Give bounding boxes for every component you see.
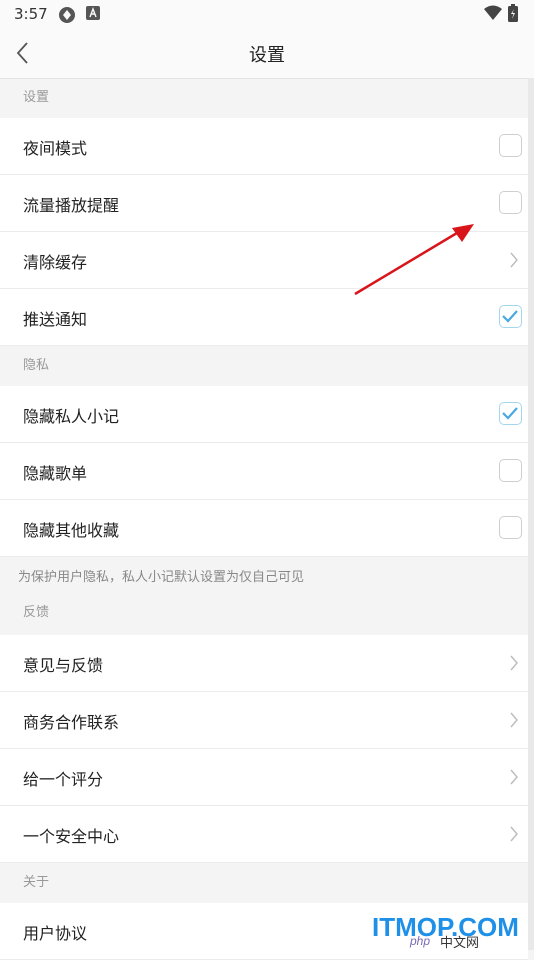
setting-row-night-mode[interactable]: 夜间模式 [0,118,528,175]
row-label: 意见与反馈 [23,656,104,675]
checkmark-icon [502,407,518,420]
row-label: 夜间模式 [23,139,88,158]
scrollbar[interactable] [528,78,534,950]
setting-row-feedback[interactable]: 意见与反馈 [0,635,528,692]
row-label: 用户协议 [23,924,88,943]
setting-row-rate[interactable]: 给一个评分 [0,749,528,806]
privacy-note: 为保护用户隐私，私人小记默认设置为仅自己可见 [18,570,305,585]
night-mode-checkbox[interactable] [499,134,522,157]
checkmark-icon [502,310,518,323]
watermark-php: php [410,934,431,948]
battery-icon [508,4,518,22]
section-header-feedback: 反馈 [23,605,50,620]
row-label: 隐藏其他收藏 [23,521,120,540]
hide-other-favorites-checkbox[interactable] [499,516,522,539]
section-header-settings: 设置 [23,90,50,105]
row-label: 一个安全中心 [23,827,120,846]
row-label: 流量播放提醒 [23,196,120,215]
app-notification-icon [59,7,75,23]
data-reminder-checkbox[interactable] [499,191,522,214]
setting-row-security-center[interactable]: 一个安全中心 [0,806,528,863]
chevron-right-icon [510,826,518,842]
status-bar: 3:57 [0,0,534,28]
setting-row-hide-playlists[interactable]: 隐藏歌单 [0,443,528,500]
row-label: 推送通知 [23,310,88,329]
row-label: 清除缓存 [23,253,88,272]
chevron-right-icon [510,252,518,268]
row-label: 隐藏歌单 [23,464,88,483]
chevron-right-icon [510,712,518,728]
settings-list: 设置 夜间模式 流量播放提醒 清除缓存 推送通知 隐私 隐藏私人小记 隐藏歌单 … [0,78,528,960]
page-title: 设置 [249,45,285,66]
row-label: 隐藏私人小记 [23,407,120,426]
section-header-privacy: 隐私 [23,358,50,373]
text-notification-icon [86,6,100,20]
setting-row-hide-notes[interactable]: 隐藏私人小记 [0,386,528,443]
hide-notes-checkbox[interactable] [499,402,522,425]
annotation-arrow-icon [354,224,474,296]
chevron-right-icon [510,769,518,785]
setting-row-business[interactable]: 商务合作联系 [0,692,528,749]
setting-row-hide-other-favorites[interactable]: 隐藏其他收藏 [0,500,528,557]
status-time: 3:57 [14,5,48,23]
hide-playlists-checkbox[interactable] [499,459,522,482]
wifi-icon [484,5,502,20]
row-label: 商务合作联系 [23,713,120,732]
push-notification-checkbox[interactable] [499,305,522,328]
chevron-right-icon [510,655,518,671]
watermark-sub: 中文网 [440,936,480,951]
section-header-about: 关于 [23,875,50,890]
top-app-bar: 设置 [0,28,534,79]
row-label: 给一个评分 [23,770,104,789]
